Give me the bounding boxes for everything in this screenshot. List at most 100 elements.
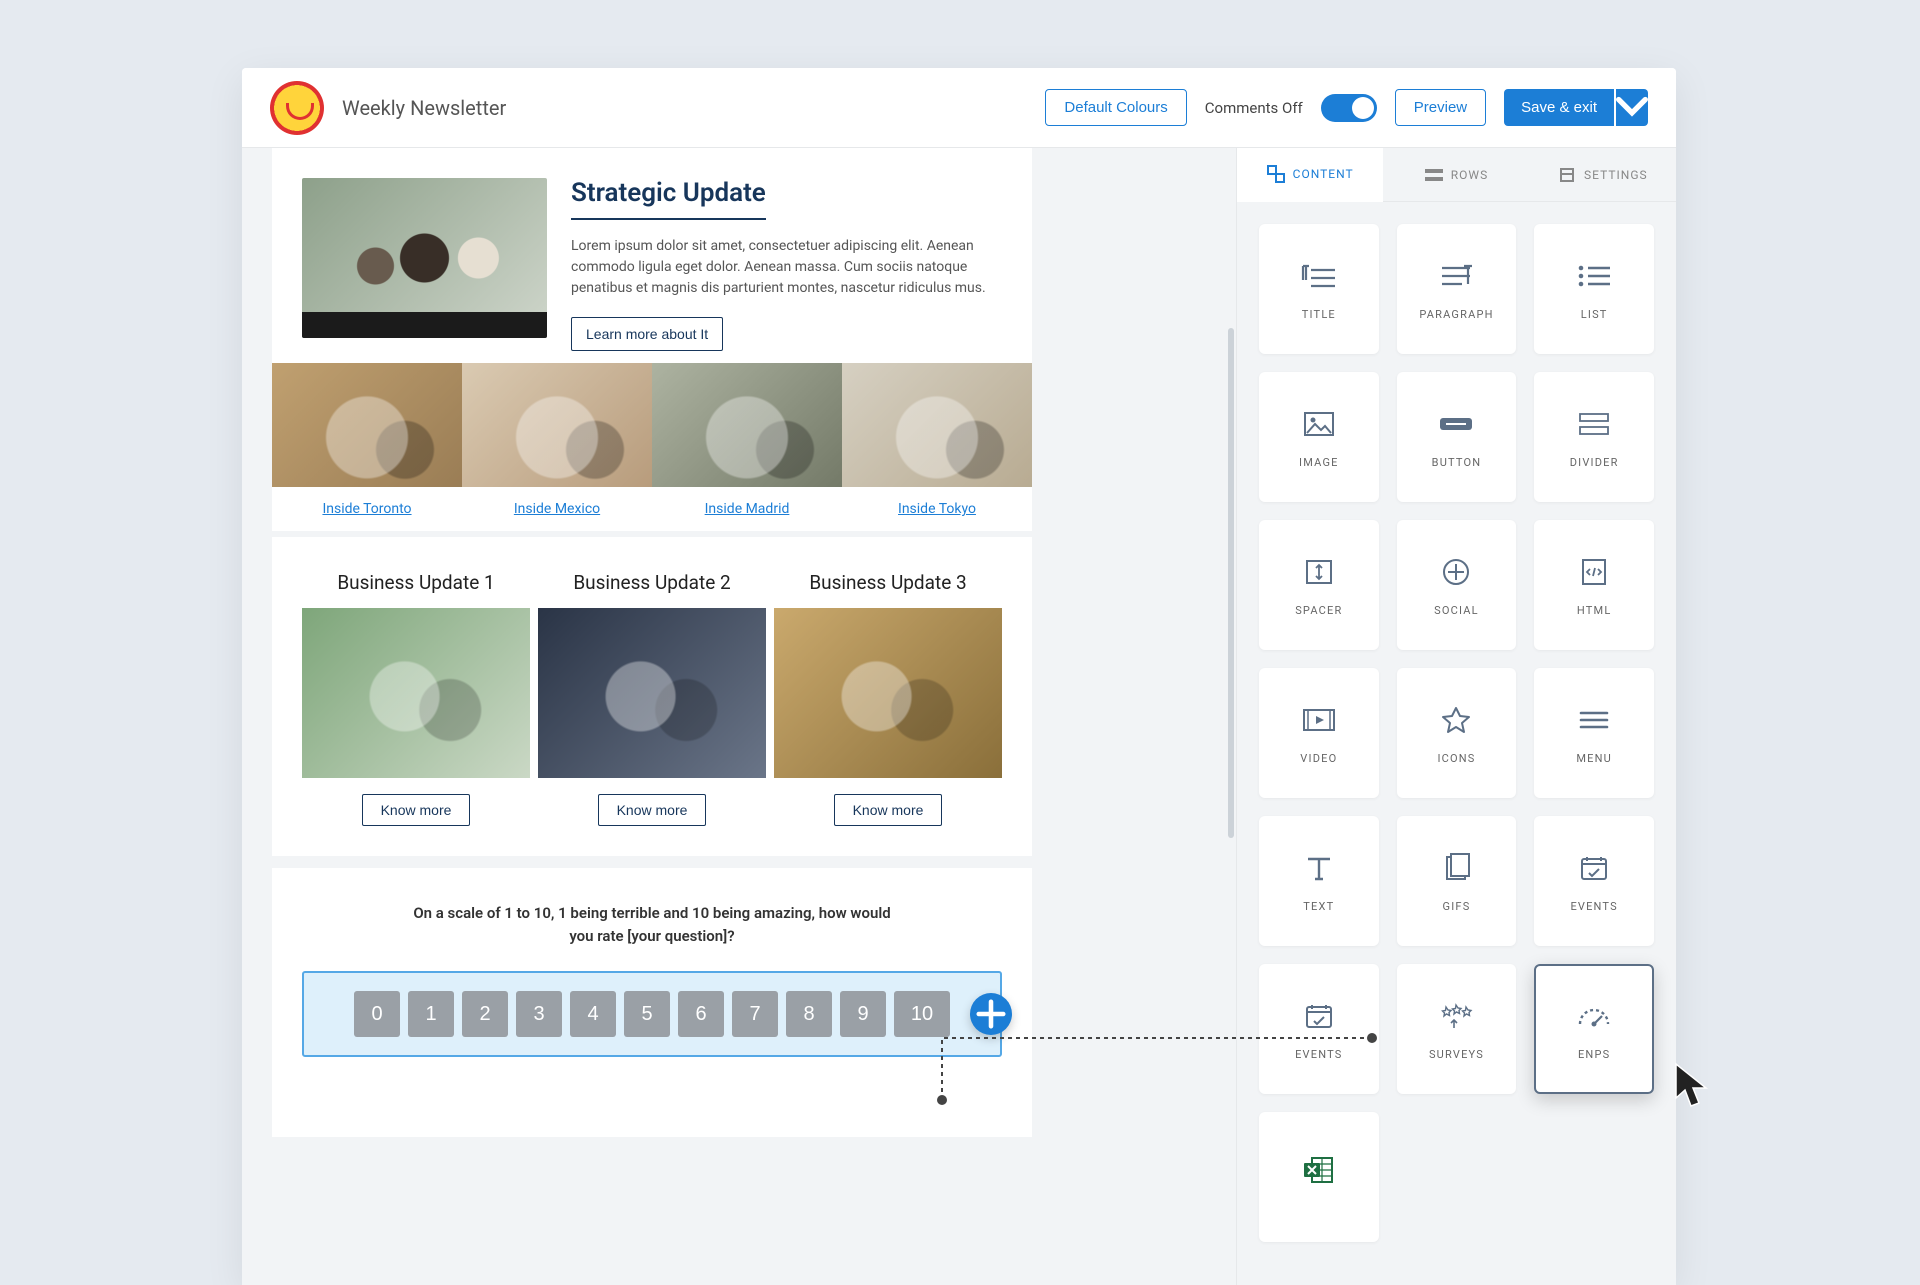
tile-html[interactable]: HTML [1534,520,1654,650]
tile-paragraph[interactable]: PARAGRAPH [1397,224,1517,354]
rating-block[interactable]: On a scale of 1 to 10, 1 being terrible … [272,862,1032,1097]
rating-option[interactable]: 6 [678,991,724,1037]
tile-excel[interactable] [1259,1112,1379,1242]
plus-icon [970,993,1012,1035]
sidebar-tabs: CONTENT ROWS SETTINGS [1237,148,1676,202]
learn-more-button[interactable]: Learn more about It [571,317,723,351]
social-icon [1434,554,1478,590]
tile-label: VIDEO [1300,752,1337,765]
strategic-hero-image[interactable] [302,178,547,338]
save-dropdown-caret[interactable] [1616,89,1648,126]
rating-question[interactable]: On a scale of 1 to 10, 1 being terrible … [412,902,892,947]
rating-option[interactable]: 1 [408,991,454,1037]
tile-icons[interactable]: ICONS [1397,668,1517,798]
city-thumb[interactable] [652,363,842,487]
city-thumb[interactable] [462,363,652,487]
tile-label: ENPS [1578,1048,1610,1061]
tile-label: DIVIDER [1570,456,1619,469]
rating-option[interactable]: 8 [786,991,832,1037]
tile-events[interactable]: EVENTS [1534,816,1654,946]
tab-rows[interactable]: ROWS [1383,148,1529,201]
city-item[interactable]: Inside Toronto [272,363,462,517]
city-item[interactable]: Inside Mexico [462,363,652,517]
settings-icon [1558,166,1576,184]
canvas-area[interactable]: Strategic Update Lorem ipsum dolor sit a… [242,148,1236,1285]
know-more-button[interactable]: Know more [598,794,707,826]
city-thumb[interactable] [272,363,462,487]
tile-events-2[interactable]: EVENTS [1259,964,1379,1094]
business-block[interactable]: Business Update 1 Know more Business Upd… [272,537,1032,862]
tile-label: GIFS [1443,900,1471,913]
rating-option[interactable]: 7 [732,991,778,1037]
tile-gifs[interactable]: GIFS [1397,816,1517,946]
strategic-body[interactable]: Lorem ipsum dolor sit amet, consectetuer… [571,236,1002,299]
menu-icon [1572,702,1616,738]
excel-icon [1297,1152,1341,1188]
tile-title[interactable]: TITLE [1259,224,1379,354]
add-block-fab[interactable] [970,993,1012,1035]
rating-option[interactable]: 5 [624,991,670,1037]
rating-option[interactable]: 3 [516,991,562,1037]
button-icon [1434,406,1478,442]
tile-list[interactable]: LIST [1534,224,1654,354]
rating-option[interactable]: 9 [840,991,886,1037]
email-canvas[interactable]: Strategic Update Lorem ipsum dolor sit a… [272,148,1032,1137]
know-more-button[interactable]: Know more [362,794,471,826]
tile-label: BUTTON [1432,456,1482,469]
tile-text[interactable]: TEXT [1259,816,1379,946]
tile-enps[interactable]: ENPS [1534,964,1654,1094]
preview-button[interactable]: Preview [1395,89,1486,126]
biz-item[interactable]: Business Update 2 Know more [538,571,766,826]
city-item[interactable]: Inside Madrid [652,363,842,517]
comments-off-label: Comments Off [1205,99,1303,117]
right-sidebar: CONTENT ROWS SETTINGS TITLE [1236,148,1676,1285]
tab-settings[interactable]: SETTINGS [1530,148,1676,201]
divider-icon [1572,406,1616,442]
save-exit-button[interactable]: Save & exit [1504,89,1614,126]
tile-spacer[interactable]: SPACER [1259,520,1379,650]
biz-thumb[interactable] [302,608,530,778]
know-more-button[interactable]: Know more [834,794,943,826]
city-link[interactable]: Inside Madrid [705,501,790,517]
tile-social[interactable]: SOCIAL [1397,520,1517,650]
city-link[interactable]: Inside Mexico [514,501,600,517]
default-colours-button[interactable]: Default Colours [1045,89,1186,126]
tile-label: MENU [1576,752,1612,765]
biz-title[interactable]: Business Update 1 [302,571,530,594]
tile-surveys[interactable]: SURVEYS [1397,964,1517,1094]
tile-label: EVENTS [1570,900,1617,913]
rating-option[interactable]: 10 [894,991,950,1037]
tile-button[interactable]: BUTTON [1397,372,1517,502]
biz-title[interactable]: Business Update 2 [538,571,766,594]
biz-item[interactable]: Business Update 1 Know more [302,571,530,826]
tile-label: HTML [1577,604,1612,617]
tab-content[interactable]: CONTENT [1237,148,1383,202]
spacer-icon [1297,554,1341,590]
strategic-block[interactable]: Strategic Update Lorem ipsum dolor sit a… [272,148,1032,537]
rating-option[interactable]: 4 [570,991,616,1037]
city-link[interactable]: Inside Tokyo [898,501,976,517]
comments-toggle[interactable] [1321,94,1377,122]
city-item[interactable]: Inside Tokyo [842,363,1032,517]
tile-menu[interactable]: MENU [1534,668,1654,798]
canvas-scrollbar[interactable] [1228,328,1234,838]
biz-thumb[interactable] [538,608,766,778]
surveys-icon [1434,998,1478,1034]
gifs-icon [1434,850,1478,886]
biz-title[interactable]: Business Update 3 [774,571,1002,594]
tab-settings-label: SETTINGS [1584,168,1648,182]
rating-option[interactable]: 0 [354,991,400,1037]
rating-scale-row[interactable]: 0 1 2 3 4 5 6 7 8 9 10 [302,971,1002,1057]
tile-divider[interactable]: DIVIDER [1534,372,1654,502]
tile-label: SOCIAL [1434,604,1479,617]
strategic-title[interactable]: Strategic Update [571,178,766,220]
city-link[interactable]: Inside Toronto [322,501,411,517]
city-thumb[interactable] [842,363,1032,487]
tile-video[interactable]: VIDEO [1259,668,1379,798]
content-icon [1267,165,1285,183]
biz-thumb[interactable] [774,608,1002,778]
tile-image[interactable]: IMAGE [1259,372,1379,502]
biz-item[interactable]: Business Update 3 Know more [774,571,1002,826]
rating-option[interactable]: 2 [462,991,508,1037]
rows-icon [1425,166,1443,184]
